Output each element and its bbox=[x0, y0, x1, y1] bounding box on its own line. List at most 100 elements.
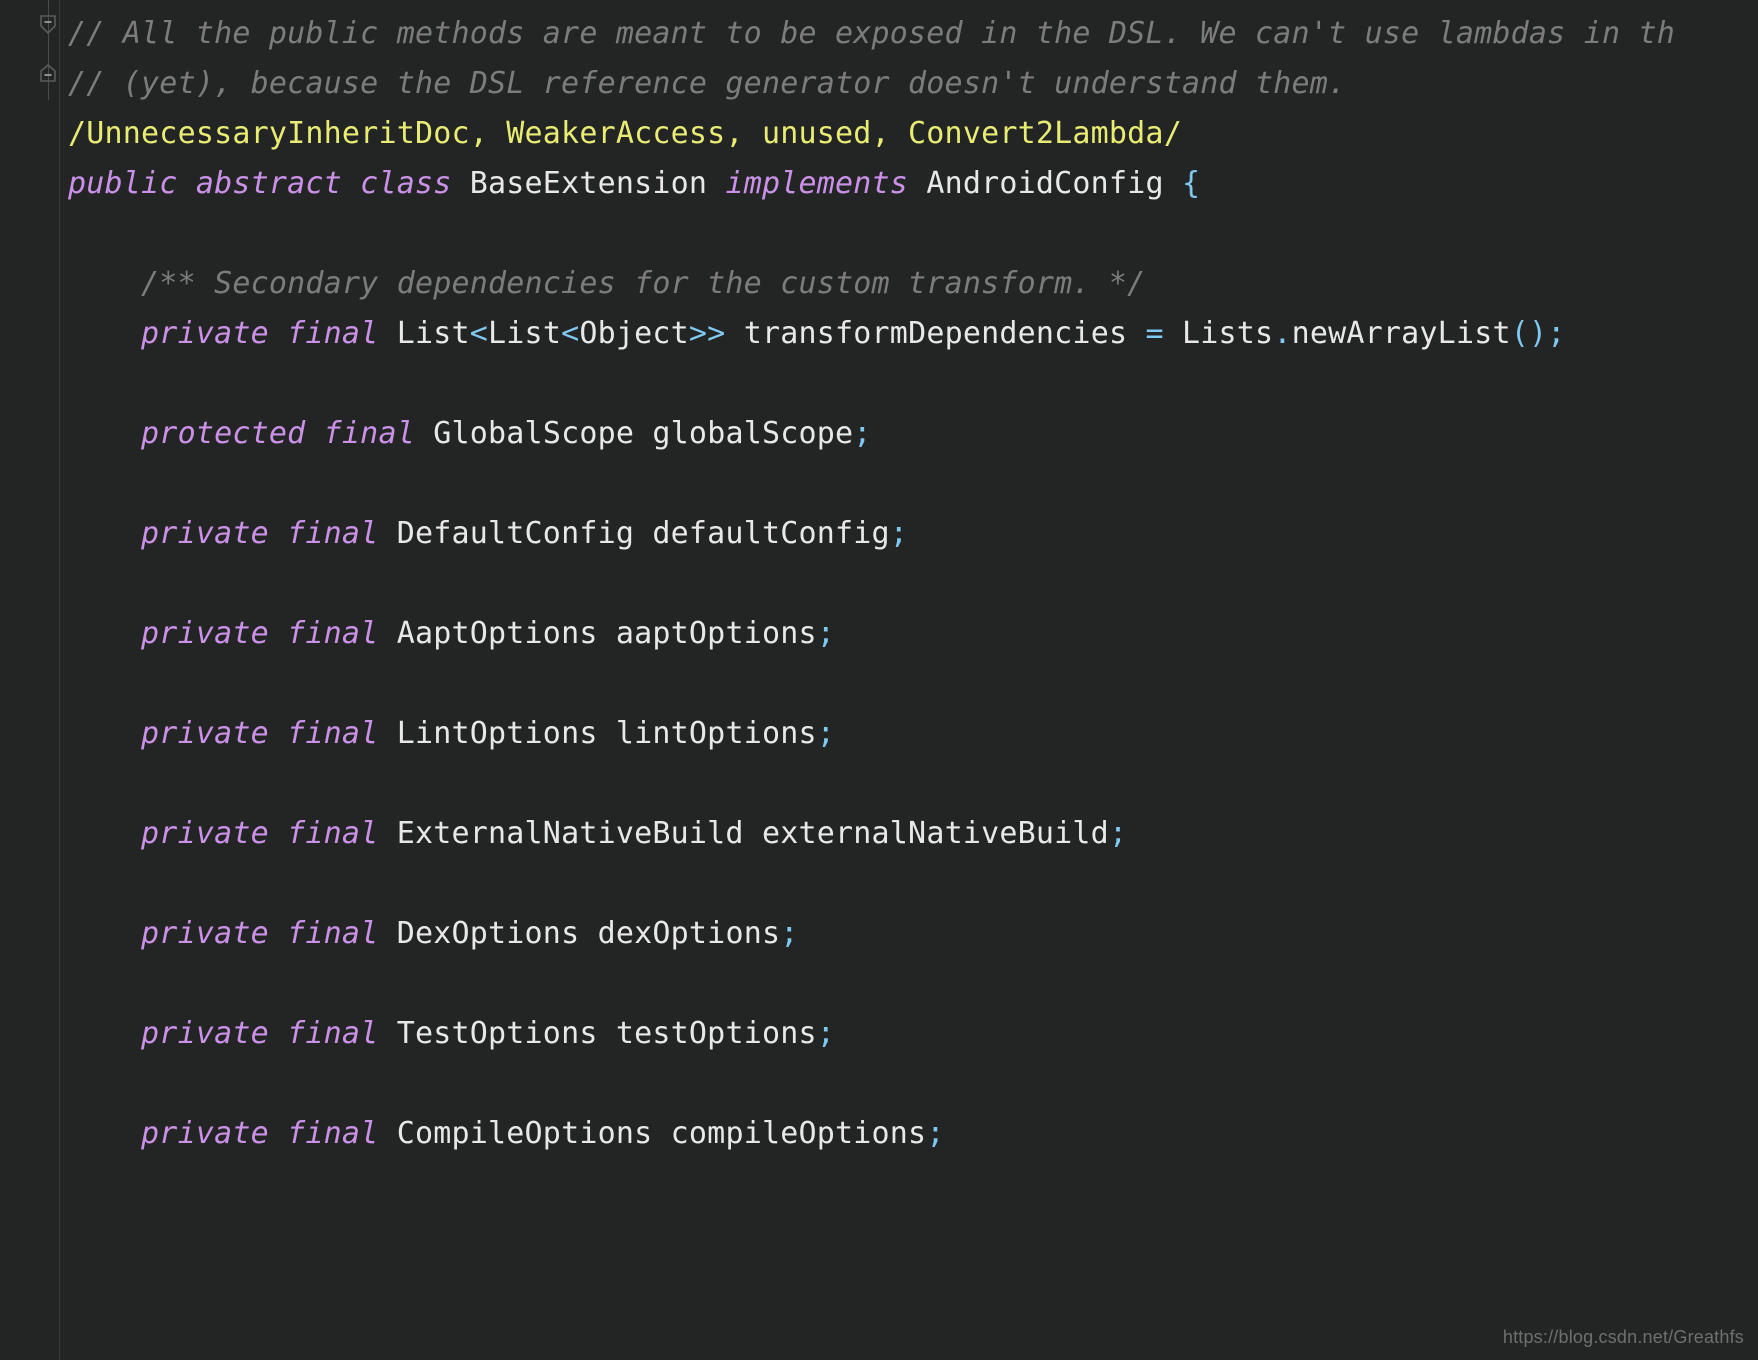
token-punct: . bbox=[1273, 316, 1292, 351]
token-punct: = bbox=[1145, 316, 1164, 351]
token-punct: (); bbox=[1510, 316, 1566, 351]
line-blank-4[interactable] bbox=[60, 559, 1758, 609]
token-ident: dexOptions bbox=[597, 916, 781, 951]
line-field-externalNativeBuild[interactable]: private final ExternalNativeBuild extern… bbox=[60, 809, 1758, 859]
token-punct: ; bbox=[816, 616, 836, 651]
token-type: DexOptions bbox=[396, 916, 580, 951]
watermark-url: https://blog.csdn.net/Greathfs bbox=[1502, 1327, 1744, 1347]
token-comment: // All the public methods are meant to b… bbox=[68, 16, 1676, 51]
line-comment-2[interactable]: // (yet), because the DSL reference gene… bbox=[60, 59, 1758, 109]
token-keyword: private final bbox=[141, 816, 379, 851]
token-ident: globalScope bbox=[652, 416, 854, 451]
line-blank-3[interactable] bbox=[60, 459, 1758, 509]
line-field-transformDependencies[interactable]: private final List<List<Object>> transfo… bbox=[60, 309, 1758, 359]
token-type: List bbox=[396, 316, 470, 351]
line-javadoc[interactable]: /** Secondary dependencies for the custo… bbox=[60, 259, 1758, 309]
line-comment-1[interactable]: // All the public methods are meant to b… bbox=[60, 9, 1758, 59]
token-punct: ; bbox=[853, 416, 872, 451]
token-ident: newArrayList bbox=[1291, 316, 1511, 351]
line-blank-8[interactable] bbox=[60, 959, 1758, 1009]
fold-marker-collapse-comment-block[interactable] bbox=[38, 14, 60, 38]
token-ident: transformDependencies bbox=[743, 316, 1128, 351]
line-blank-5[interactable] bbox=[60, 659, 1758, 709]
token-punct: < bbox=[469, 316, 489, 351]
token-punct: ; bbox=[1108, 816, 1128, 851]
line-blank-2[interactable] bbox=[60, 359, 1758, 409]
line-field-lintOptions[interactable]: private final LintOptions lintOptions; bbox=[60, 709, 1758, 759]
token-type: GlobalScope bbox=[433, 416, 635, 451]
token-type: CompileOptions bbox=[396, 1116, 653, 1151]
token-keyword: private final bbox=[141, 516, 379, 551]
token-keyword: private final bbox=[141, 616, 379, 651]
token-type: TestOptions bbox=[396, 1016, 598, 1051]
token-punct: ; bbox=[926, 1116, 945, 1151]
token-keyword: public abstract class bbox=[68, 166, 452, 201]
token-type: Object bbox=[579, 316, 689, 351]
line-blank-7[interactable] bbox=[60, 859, 1758, 909]
line-annotation[interactable]: /UnnecessaryInheritDoc, WeakerAccess, un… bbox=[60, 109, 1758, 159]
token-keyword: protected final bbox=[141, 416, 415, 451]
token-annot: /UnnecessaryInheritDoc, WeakerAccess, un… bbox=[68, 116, 1182, 151]
token-keyword: private final bbox=[141, 716, 379, 751]
code-editor[interactable]: // All the public methods are meant to b… bbox=[0, 0, 1758, 1360]
token-punct: ; bbox=[816, 716, 836, 751]
line-field-testOptions[interactable]: private final TestOptions testOptions; bbox=[60, 1009, 1758, 1059]
token-keyword: private final bbox=[141, 1116, 379, 1151]
line-blank-10[interactable] bbox=[60, 1159, 1758, 1209]
token-type: LintOptions bbox=[396, 716, 598, 751]
token-ident: externalNativeBuild bbox=[761, 816, 1109, 851]
code-text-area[interactable]: // All the public methods are meant to b… bbox=[60, 0, 1758, 1360]
line-class-declaration[interactable]: public abstract class BaseExtension impl… bbox=[60, 159, 1758, 209]
token-keyword: implements bbox=[725, 166, 909, 201]
token-comment: // (yet), because the DSL reference gene… bbox=[68, 66, 1347, 101]
token-punct: ; bbox=[889, 516, 909, 551]
editor-gutter[interactable] bbox=[0, 0, 60, 1360]
line-field-globalScope[interactable]: protected final GlobalScope globalScope; bbox=[60, 409, 1758, 459]
token-ident: defaultConfig bbox=[652, 516, 890, 551]
line-field-dexOptions[interactable]: private final DexOptions dexOptions; bbox=[60, 909, 1758, 959]
token-type: List bbox=[488, 316, 562, 351]
line-blank-1[interactable] bbox=[60, 209, 1758, 259]
line-field-aaptOptions[interactable]: private final AaptOptions aaptOptions; bbox=[60, 609, 1758, 659]
token-keyword: private final bbox=[141, 916, 379, 951]
token-punct: >> bbox=[688, 316, 726, 351]
fold-marker-collapse-comment-end[interactable] bbox=[38, 64, 60, 88]
token-punct: ; bbox=[816, 1016, 836, 1051]
line-blank-6[interactable] bbox=[60, 759, 1758, 809]
token-type: ExternalNativeBuild bbox=[396, 816, 744, 851]
line-blank-9[interactable] bbox=[60, 1059, 1758, 1109]
token-ident: testOptions bbox=[615, 1016, 817, 1051]
token-ident: aaptOptions bbox=[615, 616, 817, 651]
token-type: AndroidConfig bbox=[926, 166, 1164, 201]
line-field-defaultConfig[interactable]: private final DefaultConfig defaultConfi… bbox=[60, 509, 1758, 559]
line-field-compileOptions[interactable]: private final CompileOptions compileOpti… bbox=[60, 1109, 1758, 1159]
